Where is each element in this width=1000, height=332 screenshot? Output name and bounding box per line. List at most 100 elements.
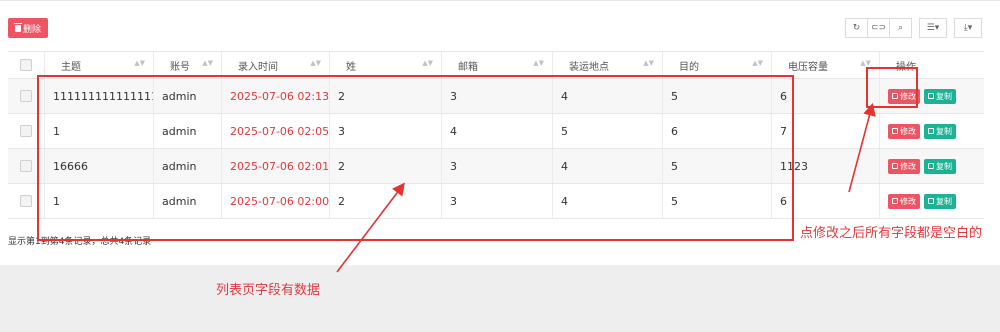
- cell-email: 3: [441, 184, 552, 218]
- cell-capacity: 6: [771, 184, 879, 218]
- cell-account: admin: [153, 184, 221, 218]
- copy-label: 复制: [936, 196, 952, 206]
- annotation-list-note: 列表页字段有数据: [216, 283, 321, 298]
- table-header-row: 主题 ▲▼ 账号 ▲▼ 录入时间 ▲▼ 姓 ▲▼ 邮箱 ▲▼ 装运地点 ▲▼ 目的 ▲▼ 电压…: [8, 52, 984, 79]
- table-row[interactable]: 1 admin 2025-07-06 02:05:42 3 4 5 6 7 修改…: [8, 114, 984, 149]
- edit-label: 修改: [900, 196, 916, 206]
- header-label: 账号: [170, 61, 190, 73]
- cell-actions: 修改 复制: [879, 114, 984, 148]
- copy-label: 复制: [936, 161, 952, 171]
- header-purpose[interactable]: 目的 ▲▼: [662, 52, 771, 78]
- cell-surname: 2: [329, 149, 441, 183]
- edit-button[interactable]: 修改: [888, 193, 920, 209]
- edit-icon: [892, 128, 898, 134]
- header-location[interactable]: 装运地点 ▲▼: [552, 52, 662, 78]
- cell-email: 3: [441, 149, 552, 183]
- header-account[interactable]: 账号 ▲▼: [153, 52, 221, 78]
- cell-subject: 16666: [44, 149, 153, 183]
- table-row[interactable]: 1 admin 2025-07-06 02:00:53 2 3 4 5 6 修改…: [8, 184, 984, 219]
- sort-icon: ▲▼: [860, 59, 871, 67]
- header-label: 操作: [896, 61, 916, 73]
- refresh-button[interactable]: ↻: [845, 18, 868, 38]
- select-all-checkbox[interactable]: [20, 59, 32, 71]
- sort-icon: ▲▼: [134, 59, 145, 67]
- cell-subject: 111111111111111: [44, 79, 153, 113]
- copy-icon: [928, 128, 934, 134]
- cell-actions: 修改 复制: [879, 184, 984, 218]
- copy-icon: [928, 163, 934, 169]
- cell-purpose: 5: [662, 149, 771, 183]
- data-table: 主题 ▲▼ 账号 ▲▼ 录入时间 ▲▼ 姓 ▲▼ 邮箱 ▲▼ 装运地点 ▲▼ 目的 ▲▼ 电压…: [8, 51, 984, 219]
- cell-account: admin: [153, 79, 221, 113]
- header-capacity[interactable]: 电压容量 ▲▼: [771, 52, 879, 78]
- row-select: [8, 184, 44, 218]
- edit-icon: [892, 163, 898, 169]
- header-label: 装运地点: [569, 61, 609, 73]
- toggle-icon: ⊂⊃: [870, 23, 887, 33]
- cell-subject: 1: [44, 114, 153, 148]
- row-checkbox[interactable]: [20, 90, 32, 102]
- cell-time: 2025-07-06 02:00:53: [221, 184, 329, 218]
- cell-capacity: 1123: [771, 149, 879, 183]
- sort-icon: ▲▼: [533, 59, 544, 67]
- annotation-edit-note: 点修改之后所有字段都是空白的: [800, 226, 983, 241]
- search-button[interactable]: ⌕: [889, 18, 912, 38]
- cell-email: 3: [441, 79, 552, 113]
- row-select: [8, 79, 44, 113]
- cell-location: 4: [552, 149, 662, 183]
- header-subject[interactable]: 主题 ▲▼: [44, 52, 153, 78]
- edit-button[interactable]: 修改: [888, 123, 920, 139]
- row-checkbox[interactable]: [20, 160, 32, 172]
- header-email[interactable]: 邮箱 ▲▼: [441, 52, 552, 78]
- header-time[interactable]: 录入时间 ▲▼: [221, 52, 329, 78]
- header-label: 姓: [346, 61, 356, 73]
- cell-purpose: 5: [662, 79, 771, 113]
- delete-button-label: 删除: [22, 24, 41, 35]
- cell-actions: 修改 复制: [879, 149, 984, 183]
- header-label: 主题: [61, 61, 81, 73]
- copy-icon: [928, 198, 934, 204]
- table-row[interactable]: 111111111111111 admin 2025-07-06 02:13:5…: [8, 79, 984, 114]
- toggle-view-button[interactable]: ⊂⊃: [867, 18, 890, 38]
- trash-icon: [13, 22, 22, 32]
- header-label: 邮箱: [458, 61, 478, 73]
- cell-capacity: 7: [771, 114, 879, 148]
- cell-surname: 3: [329, 114, 441, 148]
- header-label: 目的: [679, 61, 699, 73]
- row-select: [8, 114, 44, 148]
- cell-location: 4: [552, 184, 662, 218]
- copy-button[interactable]: 复制: [924, 88, 956, 104]
- cell-purpose: 6: [662, 114, 771, 148]
- edit-label: 修改: [900, 91, 916, 101]
- cell-capacity: 6: [771, 79, 879, 113]
- row-checkbox[interactable]: [20, 125, 32, 137]
- row-checkbox[interactable]: [20, 195, 32, 207]
- sort-icon: ▲▼: [752, 59, 763, 67]
- cell-account: admin: [153, 114, 221, 148]
- cell-time: 2025-07-06 02:01:34: [221, 149, 329, 183]
- columns-dropdown[interactable]: ☰▾: [919, 18, 947, 38]
- edit-icon: [892, 198, 898, 204]
- edit-icon: [892, 93, 898, 99]
- copy-button[interactable]: 复制: [924, 158, 956, 174]
- cell-subject: 1: [44, 184, 153, 218]
- header-label: 录入时间: [238, 61, 278, 73]
- copy-button[interactable]: 复制: [924, 193, 956, 209]
- search-icon: ⌕: [897, 23, 904, 33]
- delete-button[interactable]: 删除: [8, 18, 48, 38]
- export-dropdown[interactable]: ⤓▾: [954, 18, 982, 38]
- copy-button[interactable]: 复制: [924, 123, 956, 139]
- edit-label: 修改: [900, 161, 916, 171]
- edit-button[interactable]: 修改: [888, 88, 920, 104]
- cell-location: 5: [552, 114, 662, 148]
- header-surname[interactable]: 姓 ▲▼: [329, 52, 441, 78]
- edit-button[interactable]: 修改: [888, 158, 920, 174]
- copy-label: 复制: [936, 126, 952, 136]
- columns-icon: ☰▾: [926, 23, 940, 33]
- cell-actions: 修改 复制: [879, 79, 984, 113]
- header-actions: 操作: [879, 52, 984, 78]
- table-row[interactable]: 16666 admin 2025-07-06 02:01:34 2 3 4 5 …: [8, 149, 984, 184]
- sort-icon: ▲▼: [202, 59, 213, 67]
- copy-label: 复制: [936, 91, 952, 101]
- table-toolbar: ↻ ⊂⊃ ⌕ ☰▾ ⤓▾: [845, 18, 982, 38]
